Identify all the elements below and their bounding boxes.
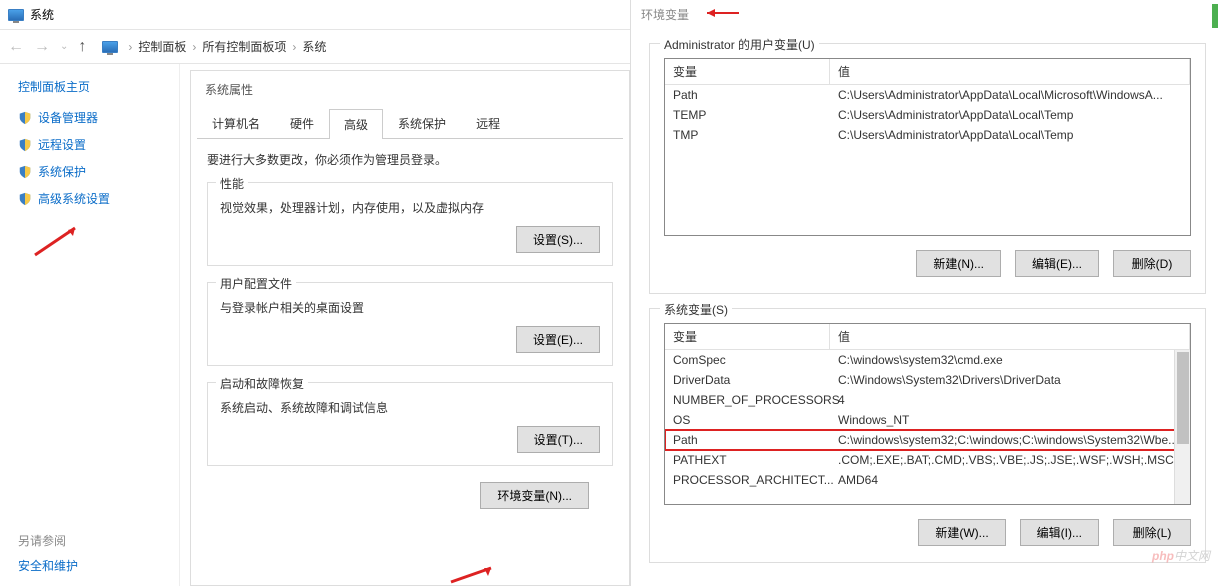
table-header: 变量 值 xyxy=(665,324,1190,350)
user-edit-button[interactable]: 编辑(E)... xyxy=(1015,250,1099,277)
table-row[interactable]: ComSpecC:\windows\system32\cmd.exe xyxy=(665,350,1190,370)
shield-icon xyxy=(18,111,32,125)
group-title: 用户配置文件 xyxy=(216,275,296,292)
tab-remote[interactable]: 远程 xyxy=(461,108,515,138)
caret-down-icon[interactable]: ⌄ xyxy=(60,41,68,52)
sys-vars-fieldset: 系统变量(S) 变量 值 ComSpecC:\windows\system32\… xyxy=(649,308,1206,563)
sidebar-item-protection[interactable]: 系统保护 xyxy=(18,163,169,180)
annotation-arrow-icon xyxy=(701,6,741,23)
sidebar-item-advanced[interactable]: 高级系统设置 xyxy=(18,190,169,207)
chevron-right-icon: › xyxy=(192,40,196,54)
sidebar-item-label: 设备管理器 xyxy=(38,109,98,126)
sidebar-item-label: 远程设置 xyxy=(38,136,86,153)
sidebar-item-device-manager[interactable]: 设备管理器 xyxy=(18,109,169,126)
tab-hardware[interactable]: 硬件 xyxy=(275,108,329,138)
titlebar: 系统 xyxy=(0,0,630,30)
shield-icon xyxy=(18,165,32,179)
perf-settings-button[interactable]: 设置(S)... xyxy=(516,226,600,253)
chevron-right-icon: › xyxy=(292,40,296,54)
table-row[interactable]: Path C:\Users\Administrator\AppData\Loca… xyxy=(665,85,1190,105)
system-properties-dialog: 系统属性 计算机名 硬件 高级 系统保护 远程 要进行大多数更改，你必须作为管理… xyxy=(190,70,630,586)
user-delete-button[interactable]: 删除(D) xyxy=(1113,250,1191,277)
annotation-arrow-icon xyxy=(30,220,90,260)
group-title: 启动和故障恢复 xyxy=(216,375,308,392)
nav-row: ← → ⌄ ↑ › 控制面板 › 所有控制面板项 › 系统 xyxy=(0,30,630,64)
system-icon xyxy=(8,9,24,21)
table-row[interactable]: NUMBER_OF_PROCESSORS4 xyxy=(665,390,1190,410)
startup-group: 启动和故障恢复 系统启动、系统故障和调试信息 设置(T)... xyxy=(207,382,613,466)
dialog-title: 环境变量 xyxy=(641,6,689,23)
sys-vars-table[interactable]: 变量 值 ComSpecC:\windows\system32\cmd.exe … xyxy=(664,323,1191,505)
up-arrow-icon[interactable]: ↑ xyxy=(78,38,86,56)
sys-new-button[interactable]: 新建(W)... xyxy=(918,519,1005,546)
window-title: 系统 xyxy=(30,6,54,23)
annotation-arrow-icon xyxy=(446,562,506,586)
col-value[interactable]: 值 xyxy=(830,59,1190,84)
breadcrumb-icon xyxy=(102,41,118,53)
fieldset-legend: 系统变量(S) xyxy=(660,301,732,318)
tab-computer-name[interactable]: 计算机名 xyxy=(197,108,275,138)
performance-group: 性能 视觉效果，处理器计划，内存使用，以及虚拟内存 设置(S)... xyxy=(207,182,613,266)
scrollbar-thumb[interactable] xyxy=(1177,352,1189,444)
breadcrumb-item[interactable]: 控制面板 xyxy=(138,38,186,55)
group-desc: 视觉效果，处理器计划，内存使用，以及虚拟内存 xyxy=(220,199,600,216)
sidebar-item-label: 高级系统设置 xyxy=(38,190,110,207)
scrollbar[interactable] xyxy=(1174,350,1190,504)
back-arrow-icon[interactable]: ← xyxy=(8,38,24,56)
table-row[interactable]: OSWindows_NT xyxy=(665,410,1190,430)
table-row[interactable]: TEMP C:\Users\Administrator\AppData\Loca… xyxy=(665,105,1190,125)
sidebar-item-remote[interactable]: 远程设置 xyxy=(18,136,169,153)
col-variable[interactable]: 变量 xyxy=(665,324,830,349)
col-value[interactable]: 值 xyxy=(830,324,1190,349)
fieldset-legend: Administrator 的用户变量(U) xyxy=(660,36,819,53)
startup-settings-button[interactable]: 设置(T)... xyxy=(517,426,600,453)
breadcrumb-item[interactable]: 所有控制面板项 xyxy=(202,38,286,55)
shield-icon xyxy=(18,192,32,206)
sys-delete-button[interactable]: 删除(L) xyxy=(1113,519,1191,546)
breadcrumb-item[interactable]: 系统 xyxy=(302,38,326,55)
group-desc: 系统启动、系统故障和调试信息 xyxy=(220,399,600,416)
chevron-right-icon: › xyxy=(128,40,132,54)
dialog-title-row: 环境变量 xyxy=(631,0,1224,29)
sidebar-item-security[interactable]: 安全和维护 xyxy=(18,557,78,574)
table-row[interactable]: TMP C:\Users\Administrator\AppData\Local… xyxy=(665,125,1190,145)
admin-message: 要进行大多数更改，你必须作为管理员登录。 xyxy=(207,151,613,168)
sidebar: 控制面板主页 设备管理器 远程设置 系统保护 高级系统设置 另请参阅 安全和维护 xyxy=(0,64,180,586)
sidebar-heading[interactable]: 控制面板主页 xyxy=(18,78,169,95)
breadcrumb[interactable]: › 控制面板 › 所有控制面板项 › 系统 xyxy=(128,38,326,55)
table-row[interactable]: DriverDataC:\Windows\System32\Drivers\Dr… xyxy=(665,370,1190,390)
user-new-button[interactable]: 新建(N)... xyxy=(916,250,1001,277)
profiles-settings-button[interactable]: 设置(E)... xyxy=(516,326,600,353)
group-title: 性能 xyxy=(216,175,248,192)
progress-indicator xyxy=(1212,4,1218,28)
tab-protection[interactable]: 系统保护 xyxy=(383,108,461,138)
user-vars-fieldset: Administrator 的用户变量(U) 变量 值 Path C:\User… xyxy=(649,43,1206,294)
system-window: 系统 ← → ⌄ ↑ › 控制面板 › 所有控制面板项 › 系统 控制面板主页 … xyxy=(0,0,630,586)
sidebar-item-label: 系统保护 xyxy=(38,163,86,180)
forward-arrow-icon[interactable]: → xyxy=(34,38,50,56)
shield-icon xyxy=(18,138,32,152)
profiles-group: 用户配置文件 与登录帐户相关的桌面设置 设置(E)... xyxy=(207,282,613,366)
group-desc: 与登录帐户相关的桌面设置 xyxy=(220,299,600,316)
dialog-title: 系统属性 xyxy=(191,71,629,108)
env-vars-dialog: 环境变量 Administrator 的用户变量(U) 变量 值 Path C:… xyxy=(630,0,1224,586)
table-header: 变量 值 xyxy=(665,59,1190,85)
sys-edit-button[interactable]: 编辑(I)... xyxy=(1020,519,1099,546)
tab-advanced[interactable]: 高级 xyxy=(329,109,383,139)
col-variable[interactable]: 变量 xyxy=(665,59,830,84)
see-also-heading: 另请参阅 xyxy=(18,532,78,549)
tabs: 计算机名 硬件 高级 系统保护 远程 xyxy=(197,108,623,139)
table-row[interactable]: PATHEXT.COM;.EXE;.BAT;.CMD;.VBS;.VBE;.JS… xyxy=(665,450,1190,470)
user-vars-table[interactable]: 变量 值 Path C:\Users\Administrator\AppData… xyxy=(664,58,1191,236)
table-row-selected[interactable]: PathC:\windows\system32;C:\windows;C:\wi… xyxy=(665,430,1190,450)
table-row[interactable]: PROCESSOR_ARCHITECT...AMD64 xyxy=(665,470,1190,490)
env-vars-button[interactable]: 环境变量(N)... xyxy=(480,482,589,509)
